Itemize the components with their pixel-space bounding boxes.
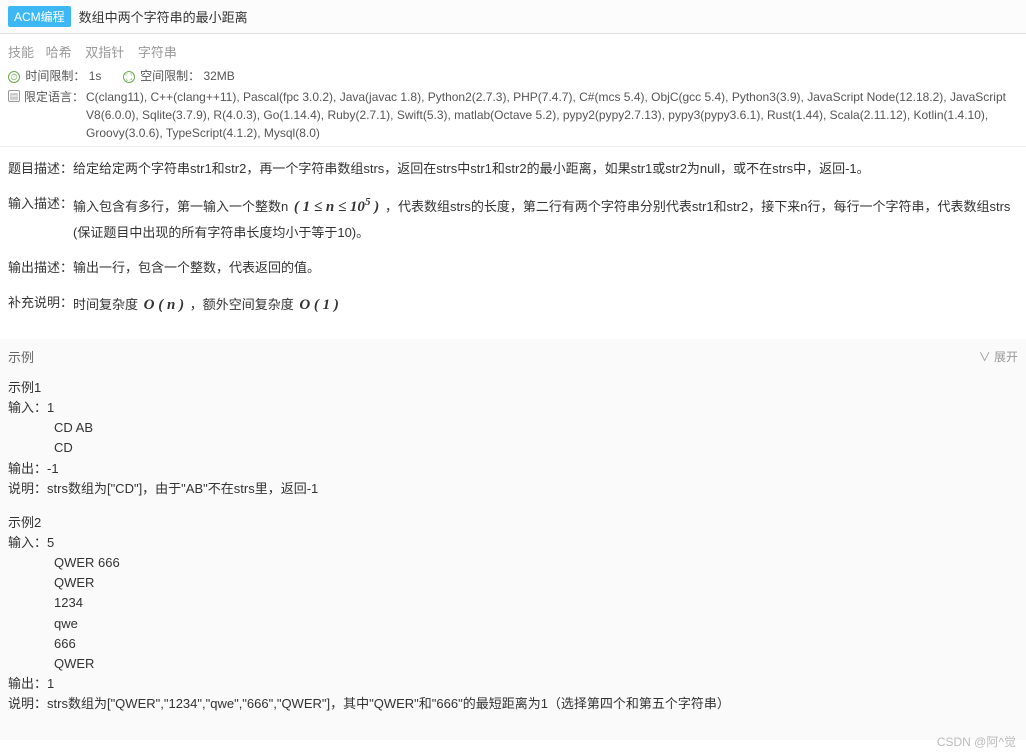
example-input-line: QWER [54,654,1018,674]
input-label: 输入描述： [8,192,73,217]
example-input-line: CD AB [54,418,1018,438]
watermark: CSDN @阿^觉 [937,733,1016,750]
input-pre: 输入包含有多行，第一输入一个整数n [73,199,288,214]
example-input-line: CD [54,438,1018,458]
languages-row: ▤ 限定语言： C(clang11), C++(clang++11), Pasc… [8,88,1018,142]
output-text: 输出一行，包含一个整数，代表返回的值。 [73,256,1018,281]
example-note-label: 说明： [8,481,47,496]
input-text: 输入包含有多行，第一输入一个整数n ( 1 ≤ n ≤ 105 ) ，代表数组s… [73,192,1018,246]
example-output-value: 1 [47,676,54,691]
example-input-label: 输入： [8,400,47,415]
page-header: ACM编程 数组中两个字符串的最小距离 [0,0,1026,34]
example-output-value: -1 [47,461,59,476]
example-input-line: 666 [54,634,1018,654]
example-title: 示例2 [8,513,1018,533]
skill-tag[interactable]: 字符串 [138,45,177,60]
expand-toggle[interactable]: ∨ 展开 [979,348,1018,365]
example-title: 示例1 [8,378,1018,398]
example-output-label: 输出： [8,676,47,691]
languages-label: 限定语言： [24,88,84,105]
example-2: 示例2 输入：5 QWER 666 QWER 1234 qwe 666 QWER… [8,513,1018,714]
examples-heading: 示例 [8,347,34,366]
space-limit-value: 32MB [203,69,234,83]
page-title: 数组中两个字符串的最小距离 [79,7,248,26]
example-input-line: 1234 [54,593,1018,613]
space-limit-label: 空间限制： [140,69,200,83]
example-note-value: strs数组为["QWER","1234","qwe","666","QWER"… [47,696,730,711]
note-text: 时间复杂度 O ( n ) ，额外空间复杂度 O ( 1 ) [73,291,1018,320]
skills-label: 技能 [8,45,34,60]
complexity-time: O ( n ) [142,297,186,313]
memory-icon: ⛶ [123,71,135,83]
chevron-down-icon: ∨ [979,350,991,364]
clock-icon: ⏱ [8,71,20,83]
time-limit-value: 1s [89,69,102,83]
meta-section: 技能 哈希 双指针 字符串 ⏱ 时间限制： 1s ⛶ 空间限制： 32MB ▤ … [0,34,1026,147]
output-label: 输出描述： [8,256,73,281]
example-1: 示例1 输入：1 CD AB CD 输出：-1 说明：strs数组为["CD"]… [8,378,1018,499]
example-input-label: 输入： [8,535,47,550]
skill-tag[interactable]: 双指针 [85,45,124,60]
example-input-value: 5 [47,535,54,550]
example-note-value: strs数组为["CD"]，由于"AB"不在strs里，返回-1 [47,481,318,496]
example-input-value: 1 [47,400,54,415]
time-limit-label: 时间限制： [25,69,85,83]
example-output-label: 输出： [8,461,47,476]
example-input-lines: CD AB CD [54,418,1018,458]
input-math: ( 1 ≤ n ≤ 105 ) [292,199,385,215]
limits-row: ⏱ 时间限制： 1s ⛶ 空间限制： 32MB [8,67,1018,84]
skill-tag[interactable]: 哈希 [46,45,72,60]
example-input-line: qwe [54,614,1018,634]
examples-section: 示例 ∨ 展开 示例1 输入：1 CD AB CD 输出：-1 说明：strs数… [0,339,1026,740]
problem-label: 题目描述： [8,157,73,182]
languages-list: C(clang11), C++(clang++11), Pascal(fpc 3… [86,88,1018,142]
example-note-label: 说明： [8,696,47,711]
description-section: 题目描述： 给定给定两个字符串str1和str2，再一个字符串数组strs，返回… [0,147,1026,339]
category-badge: ACM编程 [8,6,71,27]
example-input-line: QWER 666 [54,553,1018,573]
language-icon: ▤ [8,90,20,102]
note-label: 补充说明： [8,291,73,316]
complexity-space: O ( 1 ) [297,297,341,313]
example-input-lines: QWER 666 QWER 1234 qwe 666 QWER [54,553,1018,674]
problem-text: 给定给定两个字符串str1和str2，再一个字符串数组strs，返回在strs中… [73,157,1018,182]
skill-tags: 技能 哈希 双指针 字符串 [8,42,1018,61]
example-input-line: QWER [54,573,1018,593]
